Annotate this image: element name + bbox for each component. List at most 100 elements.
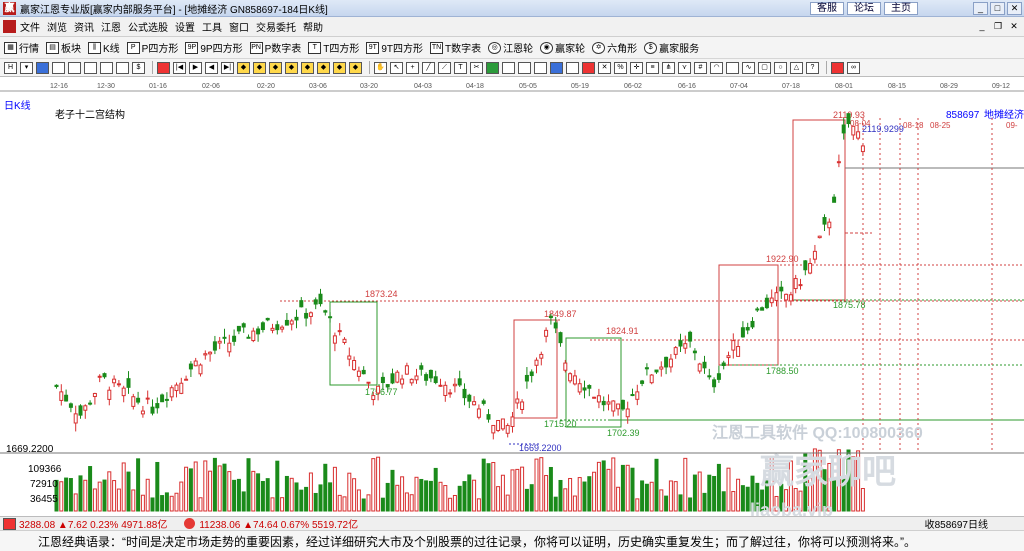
menu-settings[interactable]: 设置 bbox=[175, 19, 195, 34]
maximize-icon[interactable]: □ bbox=[990, 2, 1005, 15]
calc-icon[interactable] bbox=[52, 61, 65, 74]
tool-hexagon[interactable]: ✡ 六角形 bbox=[592, 40, 637, 55]
volume-bar bbox=[97, 481, 102, 512]
h-icon[interactable]: H bbox=[4, 61, 17, 74]
diamond5-icon[interactable]: ◆ bbox=[301, 61, 314, 74]
link-forum[interactable]: 论坛 bbox=[847, 2, 881, 15]
candle-body bbox=[601, 400, 606, 406]
menu-file[interactable]: 文件 bbox=[20, 19, 40, 34]
volume-bar bbox=[424, 480, 429, 512]
tool-9t-square[interactable]: 9T 9T四方形 bbox=[366, 40, 423, 55]
diamond8-icon[interactable]: ◆ bbox=[349, 61, 362, 74]
tool-service[interactable]: $ 赢家服务 bbox=[644, 40, 699, 55]
plus-icon[interactable]: + bbox=[406, 61, 419, 74]
dollar-icon[interactable]: $ bbox=[132, 61, 145, 74]
square-r-icon[interactable] bbox=[582, 61, 595, 74]
lines-icon[interactable]: ≡ bbox=[646, 61, 659, 74]
cycle-icon[interactable]: ○ bbox=[774, 61, 787, 74]
volume-bar bbox=[712, 475, 717, 512]
candle-body bbox=[779, 286, 784, 292]
candle-body bbox=[462, 388, 467, 399]
ruler-icon[interactable] bbox=[726, 61, 739, 74]
child-minimize-icon[interactable]: _ bbox=[976, 20, 988, 32]
flag-icon[interactable] bbox=[157, 61, 170, 74]
prev-icon[interactable]: ◀ bbox=[205, 61, 218, 74]
wave-icon[interactable]: ∿ bbox=[742, 61, 755, 74]
menu-tools[interactable]: 工具 bbox=[202, 19, 222, 34]
candle-body bbox=[140, 410, 145, 415]
grid2-icon[interactable] bbox=[486, 61, 499, 74]
line-icon[interactable]: ╱ bbox=[422, 61, 435, 74]
candle-body bbox=[577, 383, 582, 393]
monitor-icon[interactable] bbox=[534, 61, 547, 74]
zoom-icon[interactable] bbox=[116, 61, 129, 74]
kline-chart[interactable]: 12-16 12-30 01-16 02-06 02-20 03-06 03-20 04-03… bbox=[0, 78, 1024, 520]
tool-t-table[interactable]: TN T数字表 bbox=[430, 40, 481, 55]
dropdown-icon[interactable]: ▾ bbox=[20, 61, 33, 74]
menu-gann[interactable]: 江恩 bbox=[101, 19, 121, 34]
minimize-icon[interactable]: _ bbox=[973, 2, 988, 15]
menu-browse[interactable]: 浏览 bbox=[47, 19, 67, 34]
child-close-icon[interactable]: ✕ bbox=[1008, 20, 1020, 32]
link-icon[interactable] bbox=[566, 61, 579, 74]
menu-formula[interactable]: 公式选股 bbox=[128, 19, 168, 34]
hand-icon[interactable]: ✋ bbox=[374, 61, 387, 74]
chart-svg[interactable]: 12-16 12-30 01-16 02-06 02-20 03-06 03-20 04-03… bbox=[0, 78, 1024, 520]
arrow-icon[interactable]: ↖ bbox=[390, 61, 403, 74]
text-icon[interactable]: T bbox=[454, 61, 467, 74]
tri-icon[interactable]: △ bbox=[790, 61, 803, 74]
cross-icon[interactable]: ✛ bbox=[630, 61, 643, 74]
sh-index[interactable]: 3288.08 ▲7.62 0.23% 4971.88亿 bbox=[19, 516, 167, 531]
percent-icon[interactable]: % bbox=[614, 61, 627, 74]
drawing-toolbar: H ▾ $ |◀ ▶ ◀ ▶| ◆ ◆ ◆ ◆ ◆ ◆ ◆ ◆ ✋ ↖ + ╱ ⟋ T ✂ ✕% ✛ ≡ ⋔ ⋎ # ◠ ∿ ▢ ○ △… bbox=[0, 59, 1024, 77]
menu-window[interactable]: 窗口 bbox=[229, 19, 249, 34]
close-icon[interactable]: ✕ bbox=[1007, 2, 1022, 15]
fan-icon[interactable]: ⋎ bbox=[678, 61, 691, 74]
help-icon[interactable]: ? bbox=[806, 61, 819, 74]
save-icon[interactable] bbox=[502, 61, 515, 74]
diamond3-icon[interactable]: ◆ bbox=[269, 61, 282, 74]
diamond2-icon[interactable]: ◆ bbox=[253, 61, 266, 74]
play-icon[interactable]: ▶ bbox=[189, 61, 202, 74]
sz-index[interactable]: 11238.06 ▲74.64 0.67% 5519.72亿 bbox=[181, 516, 358, 531]
bars-icon[interactable] bbox=[68, 61, 81, 74]
link-home[interactable]: 主页 bbox=[884, 2, 918, 15]
menu-help[interactable]: 帮助 bbox=[303, 19, 323, 34]
candle-body bbox=[376, 385, 381, 394]
line2-icon[interactable]: ⟋ bbox=[438, 61, 451, 74]
menu-trade[interactable]: 交易委托 bbox=[256, 19, 296, 34]
infinity-icon[interactable]: ∞ bbox=[847, 61, 860, 74]
menu-info[interactable]: 资讯 bbox=[74, 19, 94, 34]
tool-quotes[interactable]: ▦ 行情 bbox=[4, 40, 39, 55]
diamond1-icon[interactable]: ◆ bbox=[237, 61, 250, 74]
arc-icon[interactable]: ◠ bbox=[710, 61, 723, 74]
tool-winner-wheel[interactable]: ◉ 赢家轮 bbox=[540, 40, 585, 55]
link-service[interactable]: 客服 bbox=[810, 2, 844, 15]
diamond6-icon[interactable]: ◆ bbox=[317, 61, 330, 74]
hist-icon[interactable] bbox=[100, 61, 113, 74]
tool-gann-wheel[interactable]: ◎ 江恩轮 bbox=[488, 40, 533, 55]
diamond7-icon[interactable]: ◆ bbox=[333, 61, 346, 74]
candle-icon[interactable] bbox=[84, 61, 97, 74]
book-icon[interactable] bbox=[550, 61, 563, 74]
fork-icon[interactable]: ⋔ bbox=[662, 61, 675, 74]
tool-t-square[interactable]: T T四方形 bbox=[308, 40, 359, 55]
first-icon[interactable]: |◀ bbox=[173, 61, 186, 74]
grid3-icon[interactable]: # bbox=[694, 61, 707, 74]
chart-type-icon[interactable] bbox=[36, 61, 49, 74]
box-icon[interactable]: ▢ bbox=[758, 61, 771, 74]
next-icon[interactable]: ▶| bbox=[221, 61, 234, 74]
diamond4-icon[interactable]: ◆ bbox=[285, 61, 298, 74]
child-restore-icon[interactable]: ❐ bbox=[992, 20, 1004, 32]
tool-kline[interactable]: ⫼ K线 bbox=[88, 40, 120, 55]
calendar-icon[interactable] bbox=[518, 61, 531, 74]
cut-icon[interactable]: ✂ bbox=[470, 61, 483, 74]
tool-p-square[interactable]: P P四方形 bbox=[126, 40, 178, 55]
x-icon[interactable]: ✕ bbox=[598, 61, 611, 74]
ball-icon[interactable] bbox=[831, 61, 844, 74]
tool-9p-square[interactable]: 9P 9P四方形 bbox=[185, 40, 243, 55]
tool-p-table[interactable]: PN P数字表 bbox=[249, 40, 301, 55]
tool-sector[interactable]: ▤ 板块 bbox=[46, 40, 81, 55]
volume-bar bbox=[366, 494, 371, 512]
candle-body bbox=[678, 340, 683, 347]
